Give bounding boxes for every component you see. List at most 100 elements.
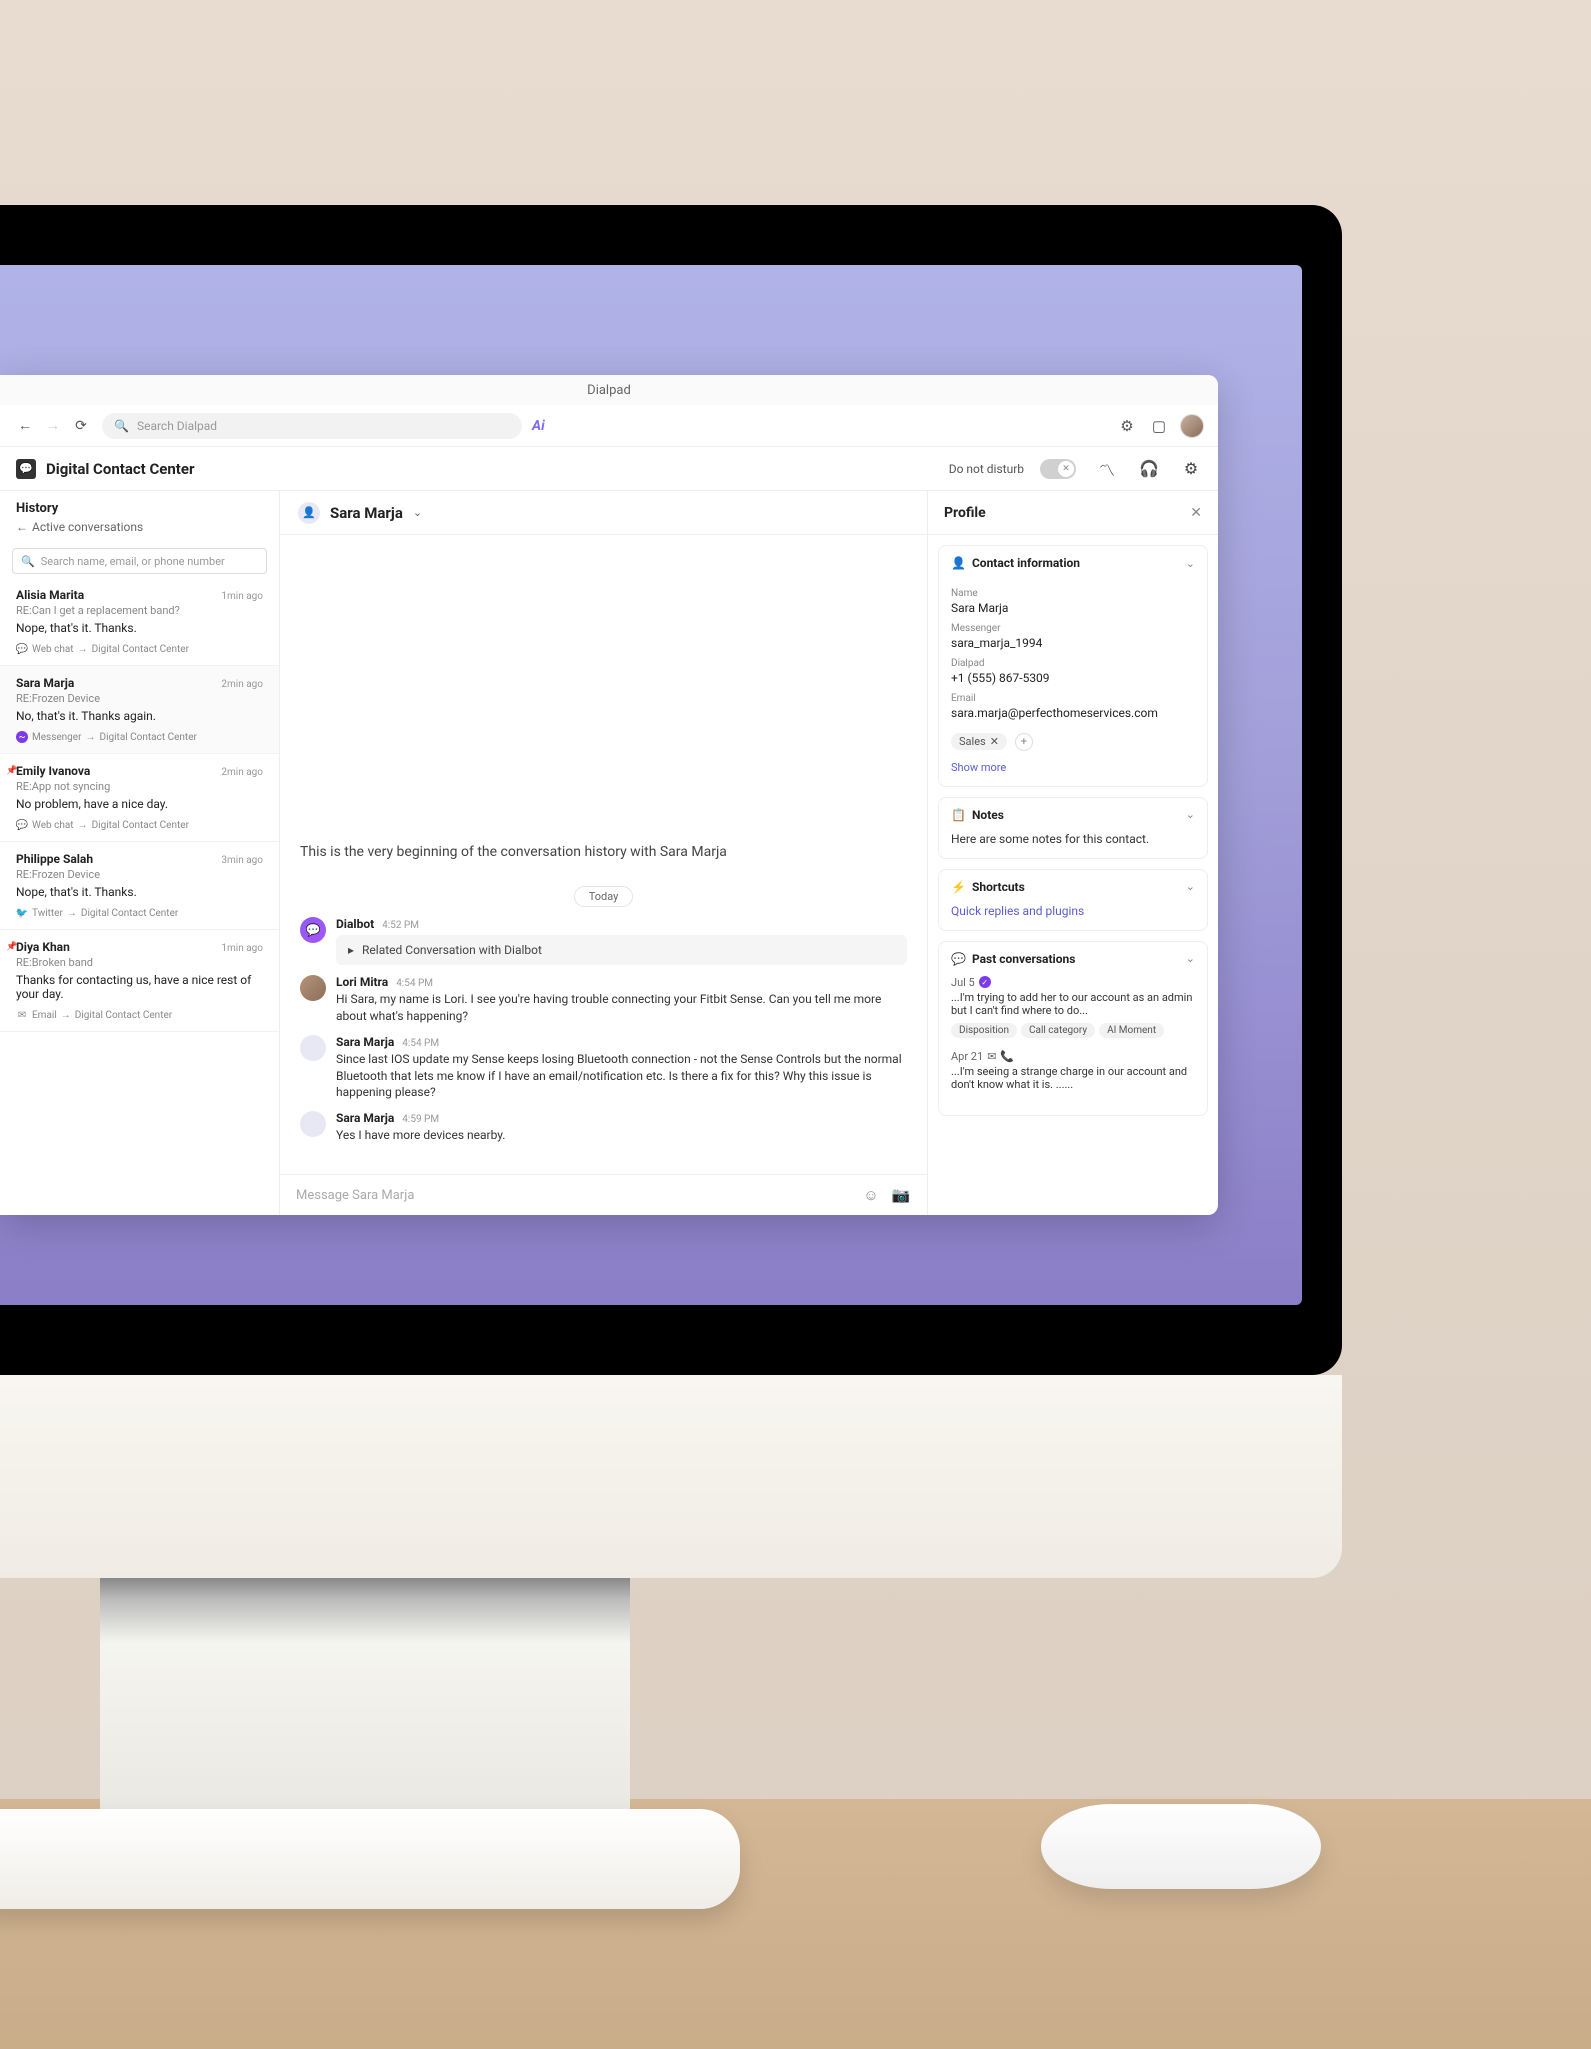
forward-button[interactable]: → bbox=[42, 415, 64, 437]
reload-button[interactable]: ⟳ bbox=[70, 415, 92, 437]
msg-sender: Sara Marja bbox=[336, 1035, 394, 1049]
headset-icon[interactable]: 🎧 bbox=[1138, 458, 1160, 480]
chevron-down-icon[interactable]: ⌄ bbox=[413, 506, 422, 519]
contact-avatar: 👤 bbox=[298, 502, 320, 524]
email-icon: ✉ bbox=[987, 1050, 996, 1063]
emoji-icon[interactable]: ☺ bbox=[861, 1185, 881, 1205]
chevron-down-icon: ⌄ bbox=[1186, 952, 1195, 965]
card-body: Jul 5 ✓...I'm trying to add her to our a… bbox=[939, 976, 1207, 1115]
conversation-item[interactable]: Sara Marja2min agoRE:Frozen DeviceNo, th… bbox=[0, 666, 279, 754]
route-source: Twitter bbox=[32, 908, 63, 919]
date-separator: Today bbox=[300, 886, 907, 907]
contact-info-card: 👤Contact information ⌄ Name Sara Marja M… bbox=[938, 545, 1208, 787]
conv-subject: RE:Can I get a replacement band? bbox=[16, 604, 263, 617]
card-header[interactable]: 👤Contact information ⌄ bbox=[939, 546, 1207, 580]
route-dest: Digital Contact Center bbox=[81, 908, 178, 919]
search-placeholder: Search Dialpad bbox=[137, 419, 217, 433]
route-dest: Digital Contact Center bbox=[100, 732, 197, 743]
conv-name: Emily Ivanova bbox=[16, 764, 90, 778]
settings-icon[interactable]: ⚙ bbox=[1116, 415, 1138, 437]
card-header[interactable]: 💬Past conversations ⌄ bbox=[939, 942, 1207, 976]
conv-preview: No, that's it. Thanks again. bbox=[16, 709, 263, 723]
card-header[interactable]: ⚡Shortcuts ⌄ bbox=[939, 870, 1207, 904]
chat-pane: 👤 Sara Marja ⌄ This is the very beginnin… bbox=[280, 491, 928, 1215]
message-list: 💬Dialbot4:52 PM▸Related Conversation wit… bbox=[300, 917, 907, 1154]
card-title: 💬Past conversations bbox=[951, 952, 1075, 966]
ai-icon[interactable]: Ai bbox=[532, 418, 545, 434]
card-title: 👤Contact information bbox=[951, 556, 1080, 570]
conv-route: 💬 Web chat → Digital Contact Center bbox=[16, 643, 263, 655]
past-conversation-item[interactable]: Apr 21 ✉ 📞...I'm seeing a strange charge… bbox=[951, 1050, 1195, 1091]
route-dest: Digital Contact Center bbox=[75, 1010, 172, 1021]
gear-icon[interactable]: ⚙ bbox=[1180, 458, 1202, 480]
monitor-bezel: Dialpad ← → ⟳ 🔍 Search Dialpad Ai ⚙ ▢ 💬 … bbox=[0, 205, 1342, 1375]
related-label: Related Conversation with Dialbot bbox=[362, 943, 542, 957]
msg-sender: Sara Marja bbox=[336, 1111, 394, 1125]
past-text: ...I'm seeing a strange charge in our ac… bbox=[951, 1065, 1195, 1091]
verified-icon: ✓ bbox=[979, 976, 991, 988]
dialpad-value: +1 (555) 867-5309 bbox=[951, 671, 1195, 685]
chat-header: 👤 Sara Marja ⌄ bbox=[280, 491, 927, 535]
calendar-icon[interactable]: ▢ bbox=[1148, 415, 1170, 437]
back-button[interactable]: ← bbox=[14, 415, 36, 437]
window-titlebar: Dialpad bbox=[0, 375, 1218, 405]
monitor-stand bbox=[100, 1578, 630, 1838]
back-to-active[interactable]: ← Active conversations bbox=[16, 520, 263, 534]
page-title: Digital Contact Center bbox=[46, 460, 194, 478]
close-icon[interactable]: ✕ bbox=[1190, 505, 1202, 521]
conversation-item[interactable]: 📌Emily Ivanova2min agoRE:App not syncing… bbox=[0, 754, 279, 842]
page-header: 💬 Digital Contact Center Do not disturb … bbox=[0, 447, 1218, 491]
history-icon: 💬 bbox=[951, 952, 966, 966]
phone-icon: 📞 bbox=[1000, 1050, 1014, 1063]
card-header[interactable]: 📋Notes ⌄ bbox=[939, 798, 1207, 832]
past-conversations-card: 💬Past conversations ⌄ Jul 5 ✓...I'm tryi… bbox=[938, 941, 1208, 1116]
shortcuts-icon: ⚡ bbox=[951, 880, 966, 894]
remove-tag-icon[interactable]: ✕ bbox=[990, 735, 999, 748]
sidebar-header: History ← Active conversations bbox=[0, 491, 279, 540]
past-date: Jul 5 ✓ bbox=[951, 976, 1195, 989]
conv-name: Alisia Marita bbox=[16, 588, 84, 602]
composer-input[interactable]: Message Sara Marja bbox=[296, 1188, 851, 1203]
profile-pane: Profile ✕ 👤Contact information ⌄ Name Sa… bbox=[928, 491, 1218, 1215]
camera-icon[interactable]: 📷 bbox=[891, 1185, 911, 1205]
filter-input[interactable]: 🔍 Search name, email, or phone number bbox=[12, 548, 267, 574]
sender-avatar bbox=[300, 1035, 326, 1061]
messenger-value: sara_marja_1994 bbox=[951, 636, 1195, 650]
chip: Disposition bbox=[951, 1023, 1017, 1038]
card-title: 📋Notes bbox=[951, 808, 1004, 822]
person-icon: 👤 bbox=[951, 556, 966, 570]
route-source: Web chat bbox=[32, 820, 74, 831]
msg-time: 4:54 PM bbox=[396, 978, 433, 989]
show-more-link[interactable]: Show more bbox=[951, 761, 1195, 774]
conv-preview: Nope, that's it. Thanks. bbox=[16, 621, 263, 635]
related-conversation[interactable]: ▸ Related Conversation with Dialbot bbox=[336, 935, 907, 965]
conversation-item[interactable]: Philippe Salah3min agoRE:Frozen DeviceNo… bbox=[0, 842, 279, 930]
play-icon: ▸ bbox=[348, 943, 354, 957]
analytics-icon[interactable]: 〽 bbox=[1096, 458, 1118, 480]
conv-time: 3min ago bbox=[221, 855, 263, 866]
chevron-down-icon: ⌄ bbox=[1186, 808, 1195, 821]
msg-sender: Lori Mitra bbox=[336, 975, 388, 989]
beginning-text: This is the very beginning of the conver… bbox=[300, 844, 727, 860]
conversation-item[interactable]: Alisia Marita1min agoRE:Can I get a repl… bbox=[0, 578, 279, 666]
dnd-toggle[interactable]: ✕ bbox=[1040, 459, 1076, 479]
email-label: Email bbox=[951, 693, 1195, 704]
back-label: Active conversations bbox=[32, 520, 143, 534]
conv-subject: RE:Frozen Device bbox=[16, 868, 263, 881]
notes-text: Here are some notes for this contact. bbox=[951, 832, 1195, 846]
search-input[interactable]: 🔍 Search Dialpad bbox=[102, 413, 522, 439]
conversation-item[interactable]: 📌Diya Khan1min agoRE:Broken bandThanks f… bbox=[0, 930, 279, 1032]
contact-name[interactable]: Sara Marja bbox=[330, 504, 403, 522]
conv-name: Philippe Salah bbox=[16, 852, 93, 866]
webchat-icon: 💬 bbox=[16, 643, 28, 655]
chat-message: Sara Marja4:59 PMYes I have more devices… bbox=[300, 1111, 907, 1144]
quick-replies-link[interactable]: Quick replies and plugins bbox=[951, 904, 1195, 918]
arrow-left-icon: ← bbox=[16, 520, 28, 534]
notes-card: 📋Notes ⌄ Here are some notes for this co… bbox=[938, 797, 1208, 859]
msg-time: 4:59 PM bbox=[402, 1114, 439, 1125]
user-avatar[interactable] bbox=[1180, 414, 1204, 438]
add-tag-button[interactable]: + bbox=[1015, 733, 1033, 751]
contact-tag[interactable]: Sales ✕ bbox=[951, 733, 1007, 750]
shortcuts-card: ⚡Shortcuts ⌄ Quick replies and plugins bbox=[938, 869, 1208, 931]
past-conversation-item[interactable]: Jul 5 ✓...I'm trying to add her to our a… bbox=[951, 976, 1195, 1038]
